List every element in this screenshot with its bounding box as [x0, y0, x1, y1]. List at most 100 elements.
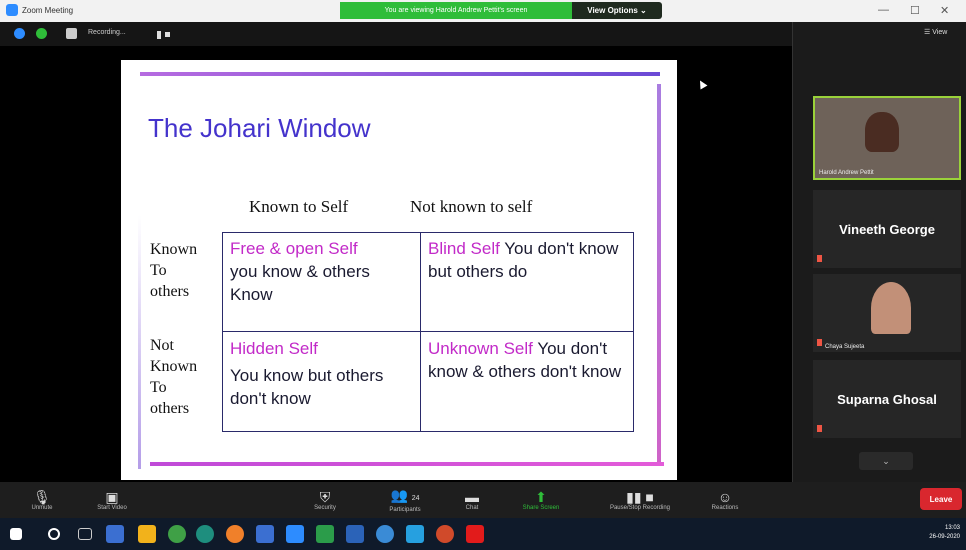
unmute-button[interactable]: 🎙 Unmute: [20, 482, 64, 518]
cell-unknown-self: Unknown Self You don't know & others don…: [428, 337, 628, 383]
edge-icon[interactable]: [376, 525, 394, 543]
button-label: Pause/Stop Recording: [609, 505, 671, 511]
participant-name: Harold Andrew Pettit: [819, 170, 874, 176]
browser-icon[interactable]: [168, 525, 186, 543]
slide-decor-line: [150, 462, 664, 466]
window-titlebar: Zoom Meeting You are viewing Harold Andr…: [0, 0, 966, 22]
share-screen-icon: ⬆: [535, 489, 547, 505]
pause-stop-recording-button[interactable]: ▮▮ ■ Pause/Stop Recording: [590, 482, 690, 518]
button-label: Security: [314, 505, 336, 511]
shield-icon[interactable]: [36, 28, 47, 39]
scroll-down-button[interactable]: ⌄: [859, 452, 913, 470]
cell-blind-self: Blind Self You don't know but others do: [428, 237, 628, 283]
shield-icon: ⛨: [319, 489, 331, 505]
view-options-button[interactable]: View Options ⌄: [572, 2, 662, 19]
chat-icon: ▬: [465, 489, 479, 505]
column-header-known: Known to Self: [249, 197, 349, 216]
row-label-known: Known To others: [150, 239, 220, 302]
system-clock[interactable]: 13:03 26-09-2020: [929, 524, 960, 542]
participant-tile-video[interactable]: Harold Andrew Pettit: [813, 96, 961, 180]
clock-date: 26-09-2020: [929, 534, 960, 540]
mail-icon[interactable]: [256, 525, 274, 543]
slide-title: The Johari Window: [148, 113, 371, 143]
view-button[interactable]: ☰ View: [924, 28, 947, 36]
muted-mic-icon: 🎙: [33, 489, 51, 505]
pdf-icon[interactable]: [466, 525, 484, 543]
pause-icon[interactable]: [157, 31, 161, 39]
cell-title: Unknown Self: [428, 339, 533, 358]
file-explorer-icon[interactable]: [138, 525, 156, 543]
avatar: [871, 282, 911, 334]
app-icon[interactable]: [196, 525, 214, 543]
participant-tile-avatar[interactable]: Chaya Sujeeta: [813, 274, 961, 352]
slide-decor-line: [140, 72, 660, 76]
cell-body: You know but others don't know: [230, 366, 384, 408]
participants-count: 24: [411, 495, 420, 502]
row-label-line: others: [150, 283, 190, 300]
excel-icon[interactable]: [316, 525, 334, 543]
start-video-button[interactable]: ▣ Start Video: [84, 482, 140, 518]
view-label: View: [932, 29, 948, 36]
cloud-icon: [66, 28, 77, 39]
button-label: Start Video: [97, 505, 127, 511]
zoom-logo-icon: [6, 4, 18, 16]
cell-title: Blind Self: [428, 239, 500, 258]
os-taskbar: 13:03 26-09-2020: [0, 518, 966, 550]
recording-status: Recording...: [88, 29, 126, 36]
minimize-icon[interactable]: —: [878, 4, 889, 16]
muted-mic-icon: [817, 425, 822, 432]
row-label-not-known: Not Known To others: [150, 335, 220, 419]
slide-decor-line: [138, 215, 141, 469]
windows-start-icon[interactable]: [10, 528, 22, 540]
participant-name: Vineeth George: [839, 221, 935, 237]
cell-title: Free & open Self: [230, 239, 358, 258]
stop-icon[interactable]: [165, 32, 170, 37]
share-screen-button[interactable]: ⬆ Share Screen: [508, 482, 574, 518]
app-title: Zoom Meeting: [6, 4, 73, 16]
button-label: Share Screen: [522, 505, 560, 511]
chat-button[interactable]: ▬ Chat: [452, 482, 492, 518]
info-icon[interactable]: [14, 28, 25, 39]
participant-name: Chaya Sujeeta: [825, 344, 865, 350]
security-button[interactable]: ⛨ Security: [300, 482, 350, 518]
muted-mic-icon: [817, 339, 822, 346]
cell-open-self: Free & open Self you know & others Know: [230, 237, 416, 306]
pause-stop-icon: ▮▮ ■: [626, 489, 654, 505]
reactions-button[interactable]: ☺ Reactions: [700, 482, 750, 518]
search-icon[interactable]: [48, 528, 60, 540]
slide-decor-line: [657, 84, 661, 464]
maximize-icon[interactable]: ☐: [910, 4, 920, 17]
button-label: Reactions: [711, 505, 739, 511]
meeting-topbar: Recording...: [0, 22, 792, 46]
firefox-icon[interactable]: [226, 525, 244, 543]
row-label-line: Known: [150, 358, 198, 375]
column-header-not-known: Not known to self: [410, 197, 533, 216]
app-icon[interactable]: [406, 525, 424, 543]
johari-grid: Free & open Self you know & others Know …: [222, 232, 634, 432]
sharing-banner: You are viewing Harold Andrew Pettit's s…: [340, 2, 572, 19]
row-label-line: Known: [150, 241, 198, 258]
participant-tile[interactable]: Suparna Ghosal: [813, 360, 961, 438]
row-label-line: To: [150, 262, 167, 279]
window-title: Zoom Meeting: [22, 5, 74, 15]
row-label-line: others: [150, 400, 190, 417]
chrome-icon[interactable]: [436, 525, 454, 543]
participant-tile[interactable]: Vineeth George: [813, 190, 961, 268]
app-icon[interactable]: [106, 525, 124, 543]
participants-button[interactable]: 👥 24 Participants: [372, 482, 438, 518]
grid-divider: [223, 331, 633, 332]
meeting-toolbar: 🎙 Unmute ▣ Start Video ⛨ Security 👥 24 P…: [0, 482, 966, 518]
row-label-line: To: [150, 379, 167, 396]
grid-divider: [420, 233, 421, 431]
participants-icon: 👥 24: [390, 487, 420, 503]
task-view-icon[interactable]: [78, 528, 92, 540]
word-icon[interactable]: [346, 525, 364, 543]
leave-button[interactable]: Leave: [920, 488, 962, 510]
button-label: Chat: [465, 505, 479, 511]
zoom-icon[interactable]: [286, 525, 304, 543]
close-icon[interactable]: ✕: [940, 4, 949, 17]
video-off-icon: ▣: [105, 489, 119, 505]
muted-mic-icon: [817, 255, 822, 262]
cell-body: you know & others Know: [230, 262, 370, 304]
cell-hidden-self: Hidden Self You know but others don't kn…: [230, 337, 416, 410]
